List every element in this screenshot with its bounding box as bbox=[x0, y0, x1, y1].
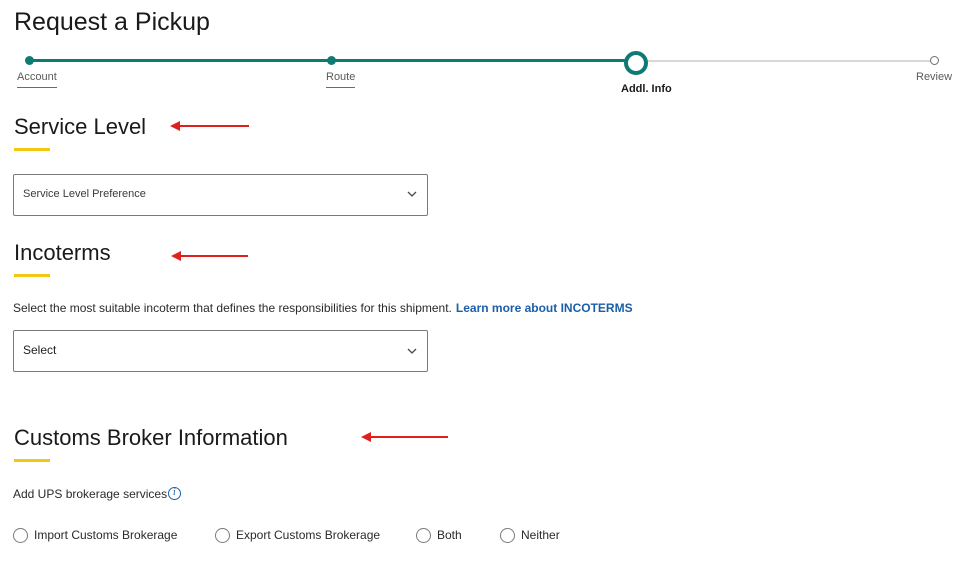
step-dot-account[interactable] bbox=[25, 56, 34, 65]
service-level-underline bbox=[14, 148, 50, 151]
incoterms-select[interactable]: Select bbox=[13, 330, 428, 372]
chevron-down-icon bbox=[407, 348, 417, 354]
step-label-route[interactable]: Route bbox=[326, 71, 356, 88]
radio-circle[interactable] bbox=[13, 527, 28, 543]
annotation-arrow-icon bbox=[361, 431, 448, 443]
service-level-select[interactable]: Service Level Preference bbox=[13, 174, 428, 216]
radio-neither[interactable]: Neither bbox=[500, 527, 560, 543]
radio-circle[interactable] bbox=[416, 527, 431, 543]
radio-label: Neither bbox=[521, 528, 560, 542]
incoterms-select-value: Select bbox=[23, 343, 57, 357]
service-level-heading: Service Level bbox=[14, 114, 147, 139]
radio-import-customs-brokerage[interactable]: Import Customs Brokerage bbox=[13, 527, 177, 543]
stepper-track-remaining bbox=[636, 60, 935, 62]
incoterms-underline bbox=[14, 274, 50, 277]
radio-circle[interactable] bbox=[215, 527, 230, 543]
radio-export-customs-brokerage[interactable]: Export Customs Brokerage bbox=[215, 527, 380, 543]
annotation-arrow-icon bbox=[170, 120, 249, 132]
step-label-account[interactable]: Account bbox=[17, 71, 57, 88]
learn-more-incoterms-link[interactable]: Learn more about INCOTERMS bbox=[456, 301, 633, 315]
incoterms-description-text: Select the most suitable incoterm that d… bbox=[13, 301, 452, 315]
chevron-down-icon bbox=[407, 191, 417, 197]
incoterms-heading: Incoterms bbox=[14, 240, 111, 265]
annotation-arrow-icon bbox=[171, 250, 248, 262]
page-title: Request a Pickup bbox=[14, 8, 210, 36]
radio-label: Both bbox=[437, 528, 462, 542]
step-dot-review bbox=[930, 56, 939, 65]
radio-both[interactable]: Both bbox=[416, 527, 462, 543]
radio-circle[interactable] bbox=[500, 527, 515, 543]
info-icon[interactable]: i bbox=[168, 487, 181, 500]
brokerage-services-label: Add UPS brokerage services bbox=[13, 487, 168, 501]
step-label-addl-info: Addl. Info bbox=[621, 83, 672, 95]
radio-label: Import Customs Brokerage bbox=[34, 528, 178, 542]
customs-broker-heading: Customs Broker Information bbox=[14, 425, 288, 450]
step-dot-addl-info bbox=[624, 51, 648, 75]
progress-stepper: Account Route Addl. Info Review bbox=[0, 50, 975, 100]
incoterms-description: Select the most suitable incoterm that d… bbox=[13, 301, 633, 315]
step-dot-route[interactable] bbox=[327, 56, 336, 65]
service-level-select-placeholder: Service Level Preference bbox=[23, 188, 146, 200]
step-label-review: Review bbox=[916, 71, 953, 83]
radio-label: Export Customs Brokerage bbox=[236, 528, 381, 542]
customs-broker-underline bbox=[14, 459, 50, 462]
